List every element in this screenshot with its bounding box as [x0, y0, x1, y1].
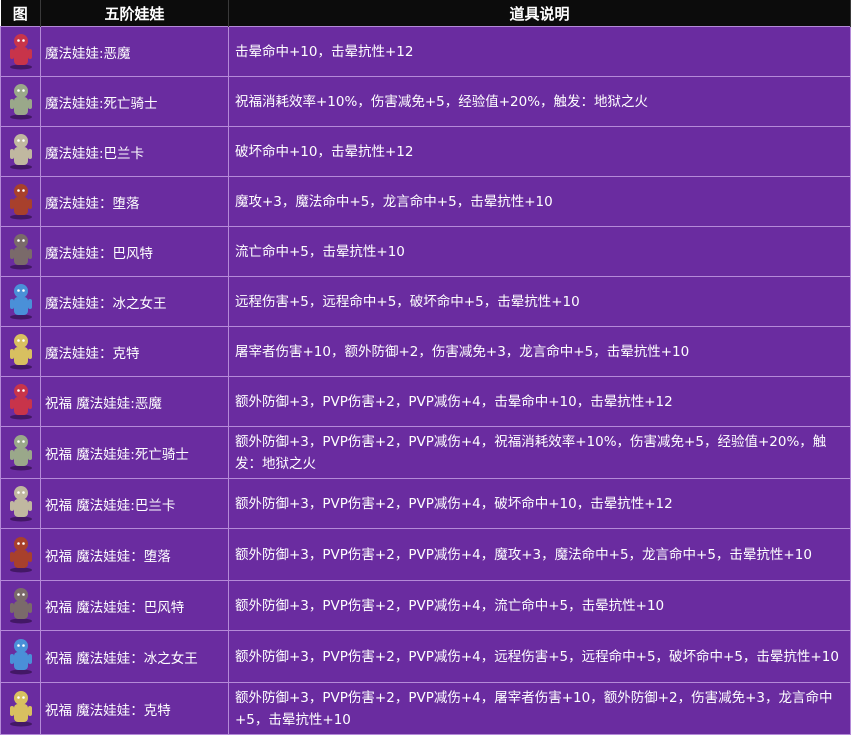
doll-icon-cell — [0, 26, 41, 77]
doll-description: 额外防御+3，PVP伤害+2，PVP减伤+4，破坏命中+10，击晕抗性+12 — [228, 478, 851, 529]
doll-icon — [6, 687, 36, 727]
doll-name: 祝福 魔法娃娃：冰之女王 — [40, 630, 229, 683]
table-row: 魔法娃娃:死亡骑士 祝福消耗效率+10%，伤害减免+5，经验值+20%，触发：地狱… — [0, 76, 851, 127]
doll-icon-cell — [0, 126, 41, 177]
doll-name: 魔法娃娃:死亡骑士 — [40, 76, 229, 127]
doll-icon-cell — [0, 376, 41, 427]
table-row: 祝福 魔法娃娃：堕落 额外防御+3，PVP伤害+2，PVP减伤+4，魔攻+3，魔法… — [0, 528, 851, 581]
doll-name: 魔法娃娃：冰之女王 — [40, 276, 229, 327]
doll-icon — [6, 431, 36, 471]
table-header-row: 图 五阶娃娃 道具说明 — [0, 0, 851, 27]
doll-icon-cell — [0, 76, 41, 127]
table-row: 祝福 魔法娃娃:巴兰卡 额外防御+3，PVP伤害+2，PVP减伤+4，破坏命中+1… — [0, 478, 851, 529]
doll-icon — [6, 482, 36, 522]
table-row: 祝福 魔法娃娃:死亡骑士 额外防御+3，PVP伤害+2，PVP减伤+4，祝福消耗效… — [0, 426, 851, 479]
doll-name: 祝福 魔法娃娃：堕落 — [40, 528, 229, 581]
doll-description: 额外防御+3，PVP伤害+2，PVP减伤+4，远程伤害+5，远程命中+5，破坏命… — [228, 630, 851, 683]
doll-name: 魔法娃娃：巴风特 — [40, 226, 229, 277]
header-name-column: 五阶娃娃 — [40, 0, 229, 27]
table-row: 祝福 魔法娃娃：冰之女王 额外防御+3，PVP伤害+2，PVP减伤+4，远程伤害+… — [0, 630, 851, 683]
doll-name: 祝福 魔法娃娃:巴兰卡 — [40, 478, 229, 529]
doll-name: 祝福 魔法娃娃：巴风特 — [40, 580, 229, 631]
doll-icon — [6, 533, 36, 573]
doll-name: 祝福 魔法娃娃：克特 — [40, 682, 229, 735]
doll-description: 击晕命中+10，击晕抗性+12 — [228, 26, 851, 77]
doll-icon-cell — [0, 326, 41, 377]
header-icon-column: 图 — [0, 0, 41, 27]
doll-icon-cell — [0, 478, 41, 529]
doll-name: 魔法娃娃：克特 — [40, 326, 229, 377]
doll-icon-cell — [0, 426, 41, 479]
doll-description: 祝福消耗效率+10%，伤害减免+5，经验值+20%，触发：地狱之火 — [228, 76, 851, 127]
doll-icon — [6, 230, 36, 270]
table-row: 魔法娃娃：巴风特 流亡命中+5，击晕抗性+10 — [0, 226, 851, 277]
table-row: 魔法娃娃:恶魔 击晕命中+10，击晕抗性+12 — [0, 26, 851, 77]
doll-icon — [6, 130, 36, 170]
doll-icon — [6, 280, 36, 320]
doll-icon — [6, 80, 36, 120]
doll-name: 魔法娃娃：堕落 — [40, 176, 229, 227]
doll-description: 远程伤害+5，远程命中+5，破坏命中+5，击晕抗性+10 — [228, 276, 851, 327]
doll-icon-cell — [0, 682, 41, 735]
doll-icon-cell — [0, 176, 41, 227]
doll-description: 额外防御+3，PVP伤害+2，PVP减伤+4，击晕命中+10，击晕抗性+12 — [228, 376, 851, 427]
table-row: 魔法娃娃：冰之女王 远程伤害+5，远程命中+5，破坏命中+5，击晕抗性+10 — [0, 276, 851, 327]
doll-icon-cell — [0, 528, 41, 581]
doll-description: 魔攻+3，魔法命中+5，龙言命中+5，击晕抗性+10 — [228, 176, 851, 227]
doll-icon-cell — [0, 276, 41, 327]
doll-name: 魔法娃娃:恶魔 — [40, 26, 229, 77]
doll-icon — [6, 30, 36, 70]
table-row: 祝福 魔法娃娃:恶魔 额外防御+3，PVP伤害+2，PVP减伤+4，击晕命中+10… — [0, 376, 851, 427]
doll-icon — [6, 635, 36, 675]
doll-description: 屠宰者伤害+10，额外防御+2，伤害减免+3，龙言命中+5，击晕抗性+10 — [228, 326, 851, 377]
table-row: 祝福 魔法娃娃：巴风特 额外防御+3，PVP伤害+2，PVP减伤+4，流亡命中+5… — [0, 580, 851, 631]
header-desc-column: 道具说明 — [228, 0, 851, 27]
doll-icon-cell — [0, 226, 41, 277]
doll-icon — [6, 330, 36, 370]
doll-icon — [6, 380, 36, 420]
doll-table: 图 五阶娃娃 道具说明 魔法娃娃:恶魔 击晕命中+10，击晕抗性+12 魔法娃娃:死… — [0, 0, 851, 735]
doll-description: 额外防御+3，PVP伤害+2，PVP减伤+4，魔攻+3，魔法命中+5，龙言命中+… — [228, 528, 851, 581]
doll-description: 额外防御+3，PVP伤害+2，PVP减伤+4，祝福消耗效率+10%，伤害减免+5… — [228, 426, 851, 479]
doll-description: 额外防御+3，PVP伤害+2，PVP减伤+4，屠宰者伤害+10，额外防御+2，伤… — [228, 682, 851, 735]
doll-description: 流亡命中+5，击晕抗性+10 — [228, 226, 851, 277]
table-row: 祝福 魔法娃娃：克特 额外防御+3，PVP伤害+2，PVP减伤+4，屠宰者伤害+1… — [0, 682, 851, 735]
doll-description: 额外防御+3，PVP伤害+2，PVP减伤+4，流亡命中+5，击晕抗性+10 — [228, 580, 851, 631]
doll-icon-cell — [0, 630, 41, 683]
doll-name: 祝福 魔法娃娃:死亡骑士 — [40, 426, 229, 479]
table-row: 魔法娃娃:巴兰卡 破坏命中+10，击晕抗性+12 — [0, 126, 851, 177]
doll-description: 破坏命中+10，击晕抗性+12 — [228, 126, 851, 177]
table-body: 魔法娃娃:恶魔 击晕命中+10，击晕抗性+12 魔法娃娃:死亡骑士 祝福消耗效率+10… — [0, 26, 851, 735]
table-row: 魔法娃娃：克特 屠宰者伤害+10，额外防御+2，伤害减免+3，龙言命中+5，击晕抗… — [0, 326, 851, 377]
doll-name: 魔法娃娃:巴兰卡 — [40, 126, 229, 177]
doll-name: 祝福 魔法娃娃:恶魔 — [40, 376, 229, 427]
doll-icon — [6, 180, 36, 220]
doll-icon-cell — [0, 580, 41, 631]
doll-icon — [6, 584, 36, 624]
table-row: 魔法娃娃：堕落 魔攻+3，魔法命中+5，龙言命中+5，击晕抗性+10 — [0, 176, 851, 227]
